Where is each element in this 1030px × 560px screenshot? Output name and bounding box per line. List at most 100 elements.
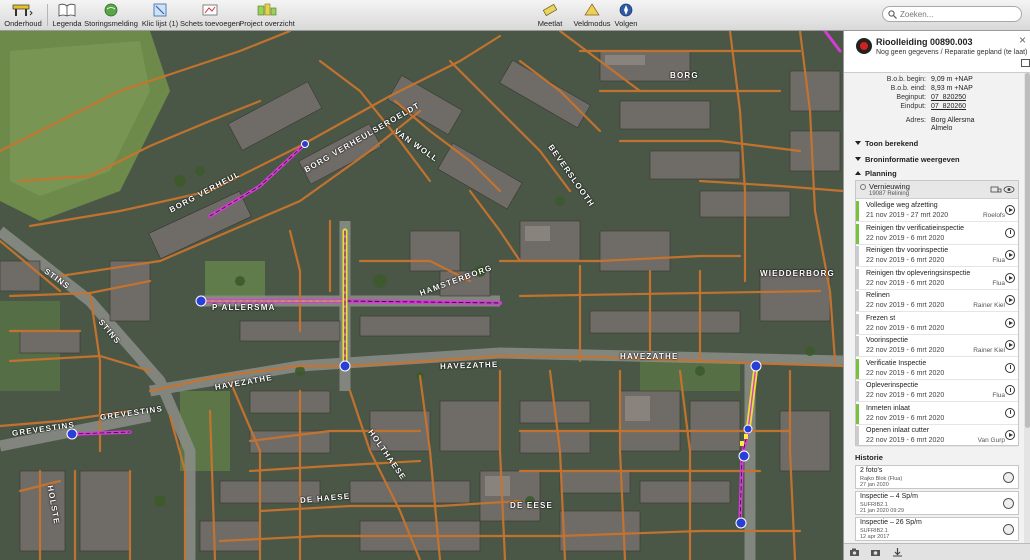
warning-icon[interactable] (1005, 385, 1015, 395)
play-icon[interactable] (1005, 250, 1015, 260)
inspection-icon[interactable] (1003, 498, 1014, 509)
historie-item[interactable]: Inspectie – 4 Sp/m SUFRIB2.1 21 jan 2020 0… (855, 491, 1019, 515)
task-date: 22 nov 2019 - 6 mrt 2020 (866, 437, 945, 444)
status-bar (856, 313, 859, 334)
legenda-button[interactable]: Legenda (52, 0, 82, 31)
onderhoud-button[interactable]: Onderhoud (4, 0, 42, 31)
historie-name: 2 foto's (860, 467, 883, 474)
task-date: 22 nov 2019 - 6 mrt 2020 (866, 257, 945, 264)
street-label: P ALLERSMA (212, 303, 276, 312)
street-label: BORG (670, 71, 699, 80)
map-view[interactable]: WIEDDERBORG HAVEZATHE HAVEZATHE HAVEZATH… (0, 31, 843, 560)
schets-toevoegen-label: Schets toevoegen (179, 19, 241, 28)
top-toolbar: Onderhoud Legenda Storingsmelding Klic l… (0, 0, 1030, 31)
prop-row: B.o.b. eind: 8,93 m +NAP (890, 85, 973, 92)
planning-row[interactable]: Openen inlaat cutter 22 nov 2019 - 6 mrt … (856, 425, 1018, 447)
collapse-arrow-icon (855, 157, 861, 161)
photo-icon[interactable] (870, 547, 881, 557)
warning-icon[interactable] (1005, 227, 1015, 238)
collapse-arrow-icon (855, 141, 861, 145)
planning-row[interactable]: Frezen st 22 nov 2019 - 6 mrt 2020 (856, 313, 1018, 335)
panel-scroll-area[interactable]: B.o.b. begin: 9,09 m +NAP B.o.b. eind: 8,9… (844, 73, 1030, 543)
task-name: Openen inlaat cutter (866, 427, 930, 434)
status-bar (856, 268, 859, 289)
close-icon[interactable]: × (1019, 33, 1026, 47)
play-icon[interactable] (1005, 295, 1015, 305)
project-overzicht-label: Project overzicht (239, 19, 295, 28)
planning-row[interactable]: Voorinspectie 22 nov 2019 - 6 mrt 2020 Rai… (856, 335, 1018, 357)
panel-subtitle: Nog geen gegevens / Reparatie gepland (t… (876, 49, 1028, 56)
legenda-label: Legenda (52, 19, 82, 28)
historie-item[interactable]: 2 foto's Rajko Blok (Flua) 27 jan 2020 (855, 465, 1019, 489)
task-name: Voorinspectie (866, 337, 909, 344)
alert-globe-icon (104, 3, 118, 17)
inspection-icon[interactable] (1003, 524, 1014, 535)
planning-row[interactable]: Reinigen tbv voorinspectie 22 nov 2019 - … (856, 245, 1018, 267)
task-date: 22 nov 2019 - 6 mrt 2020 (866, 279, 945, 287)
truck-icon[interactable] (990, 185, 1002, 194)
eye-icon[interactable] (1003, 185, 1015, 194)
sewer-pipe-icon (856, 38, 872, 54)
planning-header-name: Vernieuwing (869, 182, 910, 191)
storingsmelding-button[interactable]: Storingsmelding (84, 0, 138, 31)
search-input[interactable]: Zoeken... (882, 6, 1022, 22)
task-date: 22 nov 2019 - 6 mrt 2020 (866, 347, 945, 354)
planning-row[interactable]: Volledige weg afzetting 21 nov 2019 - 27 … (856, 200, 1018, 222)
planning-header[interactable]: Vernieuwing 19087 Relining (856, 181, 1018, 199)
volgen-button[interactable]: Volgen (612, 0, 640, 31)
manhole-node (195, 295, 207, 307)
download-icon[interactable] (892, 547, 903, 557)
prop-row[interactable]: Beginput: 07_820250 (844, 94, 1022, 103)
historie-item[interactable]: Inspectie – 26 Sp/m SUFRIB2.1 12 apr 2017 (855, 517, 1019, 541)
historie-date: 27 jan 2020 (860, 482, 889, 488)
planning-row[interactable]: Relinen 22 nov 2019 - 6 mrt 2020 Rainer Ki… (856, 290, 1018, 312)
task-person: Flua (992, 279, 1005, 287)
play-icon[interactable] (1005, 317, 1015, 328)
planning-row[interactable]: Opleverinspectie 22 nov 2019 - 6 mrt 2020… (856, 380, 1018, 402)
task-date: 22 nov 2019 - 6 mrt 2020 (866, 302, 945, 309)
warning-icon[interactable] (1005, 362, 1015, 373)
project-overzicht-button[interactable]: Project overzicht (239, 0, 295, 31)
task-person: Rainer Kiel (973, 347, 1005, 354)
broninformatie-toggle[interactable]: Broninformatie weergeven (855, 155, 960, 164)
schets-toevoegen-button[interactable]: Schets toevoegen (179, 0, 241, 31)
meetlat-button[interactable]: Meetlat (535, 0, 565, 31)
project-icon (257, 3, 277, 16)
panel-scrollbar[interactable] (1024, 73, 1030, 543)
planning-row[interactable]: Reinigen tbv verificatieinspectie 22 nov … (856, 223, 1018, 245)
onderhoud-label: Onderhoud (4, 19, 42, 28)
veldmodus-button[interactable]: Veldmodus (572, 0, 612, 31)
historie-header: Historie (855, 453, 883, 462)
camera-icon[interactable] (849, 547, 860, 557)
play-icon[interactable] (1005, 205, 1015, 215)
onderhoud-icon (12, 4, 33, 16)
prop-row[interactable]: Eindput: 07_820260 (844, 103, 1022, 112)
play-icon[interactable] (1005, 272, 1015, 283)
planning-toggle[interactable]: Planning (855, 169, 897, 178)
toon-berekend-toggle[interactable]: Toon berekend (855, 139, 918, 148)
image-icon[interactable] (1021, 59, 1030, 67)
task-person: Flua (992, 392, 1005, 399)
status-circle-icon (860, 184, 866, 190)
status-bar (856, 426, 859, 446)
eye-icon[interactable] (1003, 472, 1014, 483)
street-label: WIEDDERBORG (760, 269, 835, 278)
street-label: DE EESE (510, 501, 554, 510)
task-name: Verificatie Inspectie (866, 359, 927, 367)
manhole-node (743, 424, 753, 434)
planning-row[interactable]: Reinigen tbv opleveringsinspectie 22 nov … (856, 268, 1018, 290)
task-name: Relinen (866, 292, 890, 299)
book-icon (58, 3, 76, 17)
play-icon[interactable] (1005, 430, 1015, 440)
klic-lijst-button[interactable]: Klic lijst (1) (140, 0, 180, 31)
planning-row[interactable]: Verificatie Inspectie 22 nov 2019 - 6 mrt… (856, 358, 1018, 380)
task-name: Frezen st (866, 314, 896, 322)
volgen-label: Volgen (614, 19, 638, 28)
status-bar (856, 201, 859, 221)
play-icon[interactable] (1005, 340, 1015, 350)
street-label: HAVEZATHE (620, 352, 679, 361)
klic-icon (153, 3, 167, 17)
eindput-link: 07_820260 (931, 103, 967, 110)
warning-icon[interactable] (1005, 407, 1015, 418)
planning-row[interactable]: Inmeten inlaat 22 nov 2019 - 6 mrt 2020 (856, 403, 1018, 425)
